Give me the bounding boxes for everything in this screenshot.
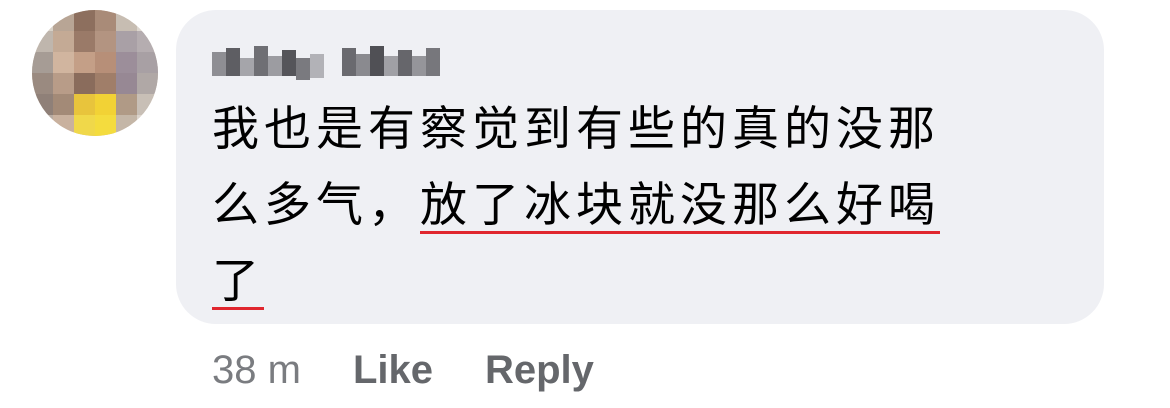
reply-button[interactable]: Reply (485, 348, 594, 393)
comment-line: 么多气，放了冰块就没那么好喝 (212, 168, 1092, 244)
comment-line: 我也是有察觉到有些的真的没那 (212, 92, 1092, 168)
comment-actions: 38 m Like Reply (212, 344, 594, 396)
author-name-redacted[interactable] (212, 40, 448, 82)
pixelated-name-icon (212, 46, 440, 80)
comment-bubble: 我也是有察觉到有些的真的没那 么多气，放了冰块就没那么好喝 了 (176, 10, 1104, 324)
timestamp[interactable]: 38 m (212, 348, 301, 393)
comment-text-underlined: 放了冰块就没那么好喝 (420, 178, 940, 233)
avatar[interactable] (32, 10, 158, 136)
comment-text-plain: 我也是有察觉到有些的真的没那 (212, 102, 940, 157)
comment-text-underlined: 了 (212, 254, 264, 309)
comment-line: 了 (212, 244, 1092, 320)
like-button[interactable]: Like (353, 348, 433, 393)
blurred-avatar-icon (32, 10, 158, 136)
comment-text: 我也是有察觉到有些的真的没那 么多气，放了冰块就没那么好喝 了 (212, 92, 1092, 320)
comment-text-plain: 么多气， (212, 178, 420, 233)
